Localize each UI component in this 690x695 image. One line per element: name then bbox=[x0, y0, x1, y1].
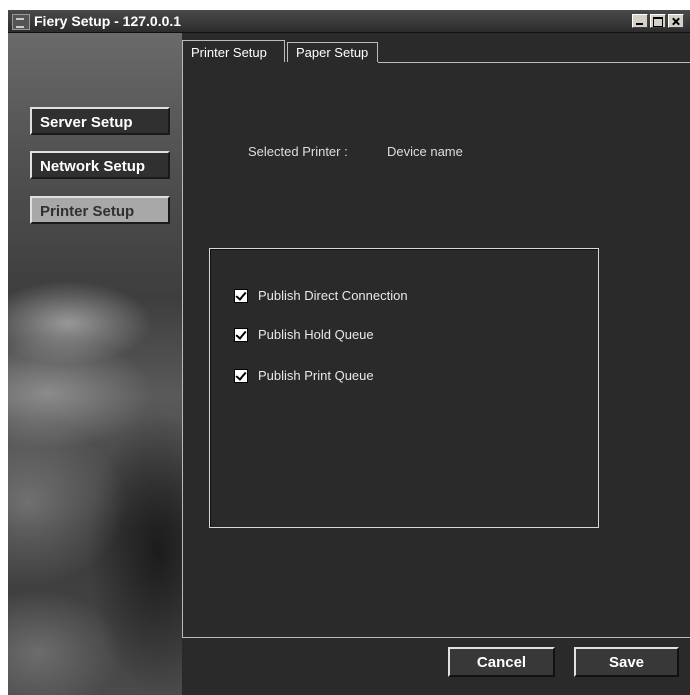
sidebar-item-network-setup[interactable]: Network Setup bbox=[30, 151, 170, 179]
sidebar: Server Setup Network Setup Printer Setup bbox=[8, 33, 182, 695]
app-icon bbox=[12, 14, 30, 30]
checkbox-label: Publish Direct Connection bbox=[258, 288, 408, 303]
checkbox-checked-icon[interactable] bbox=[234, 328, 248, 342]
tab-printer-setup[interactable]: Printer Setup bbox=[182, 40, 285, 62]
tab-paper-setup[interactable]: Paper Setup bbox=[287, 42, 378, 62]
selected-printer-label: Selected Printer : bbox=[248, 144, 348, 159]
checkbox-checked-icon[interactable] bbox=[234, 289, 248, 303]
title-bar[interactable]: Fiery Setup - 127.0.0.1 bbox=[8, 10, 690, 33]
window-title: Fiery Setup - 127.0.0.1 bbox=[34, 13, 182, 29]
checkbox-checked-icon[interactable] bbox=[234, 369, 248, 383]
tab-panel-border bbox=[182, 62, 183, 637]
cancel-button[interactable]: Cancel bbox=[448, 647, 555, 677]
save-button[interactable]: Save bbox=[574, 647, 679, 677]
tab-panel-border bbox=[182, 637, 690, 638]
checkbox-label: Publish Print Queue bbox=[258, 368, 374, 383]
minimize-icon[interactable] bbox=[632, 14, 648, 28]
sidebar-item-server-setup[interactable]: Server Setup bbox=[30, 107, 170, 135]
checkbox-label: Publish Hold Queue bbox=[258, 327, 374, 342]
selected-printer-value: Device name bbox=[387, 144, 463, 159]
maximize-icon[interactable] bbox=[650, 14, 666, 28]
sidebar-item-printer-setup[interactable]: Printer Setup bbox=[30, 196, 170, 224]
close-icon[interactable] bbox=[668, 14, 684, 28]
tab-panel-border bbox=[378, 62, 690, 63]
fiery-setup-window: Fiery Setup - 127.0.0.1 Server Setup Net… bbox=[8, 10, 690, 695]
